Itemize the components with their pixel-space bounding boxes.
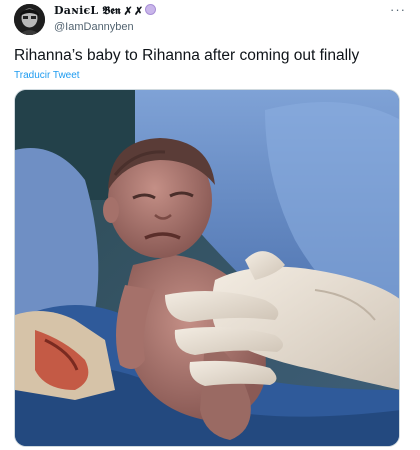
tweet-text: Rihanna’s baby to Rihanna after coming o… <box>14 47 360 64</box>
more-options-icon[interactable]: ··· <box>390 2 406 17</box>
author-handle[interactable]: @IamDannyben <box>54 21 134 33</box>
avatar-image <box>14 4 45 35</box>
author-display-name[interactable]: DaɴiєL 𝕭𝖊𝖓 ✗ ✗ <box>54 4 156 18</box>
newborn-photo <box>15 90 399 446</box>
translate-tweet-link[interactable]: Traducir Tweet <box>14 70 80 81</box>
emoji-badge-icon <box>144 4 156 15</box>
tweet-card: DaɴiєL 𝕭𝖊𝖓 ✗ ✗ @IamDannyben ··· Rihanna’… <box>0 0 420 450</box>
author-display-name-text: DaɴiєL 𝕭𝖊𝖓 ✗ ✗ <box>54 4 142 17</box>
avatar[interactable] <box>14 4 45 35</box>
tweet-media-image[interactable] <box>14 89 400 447</box>
